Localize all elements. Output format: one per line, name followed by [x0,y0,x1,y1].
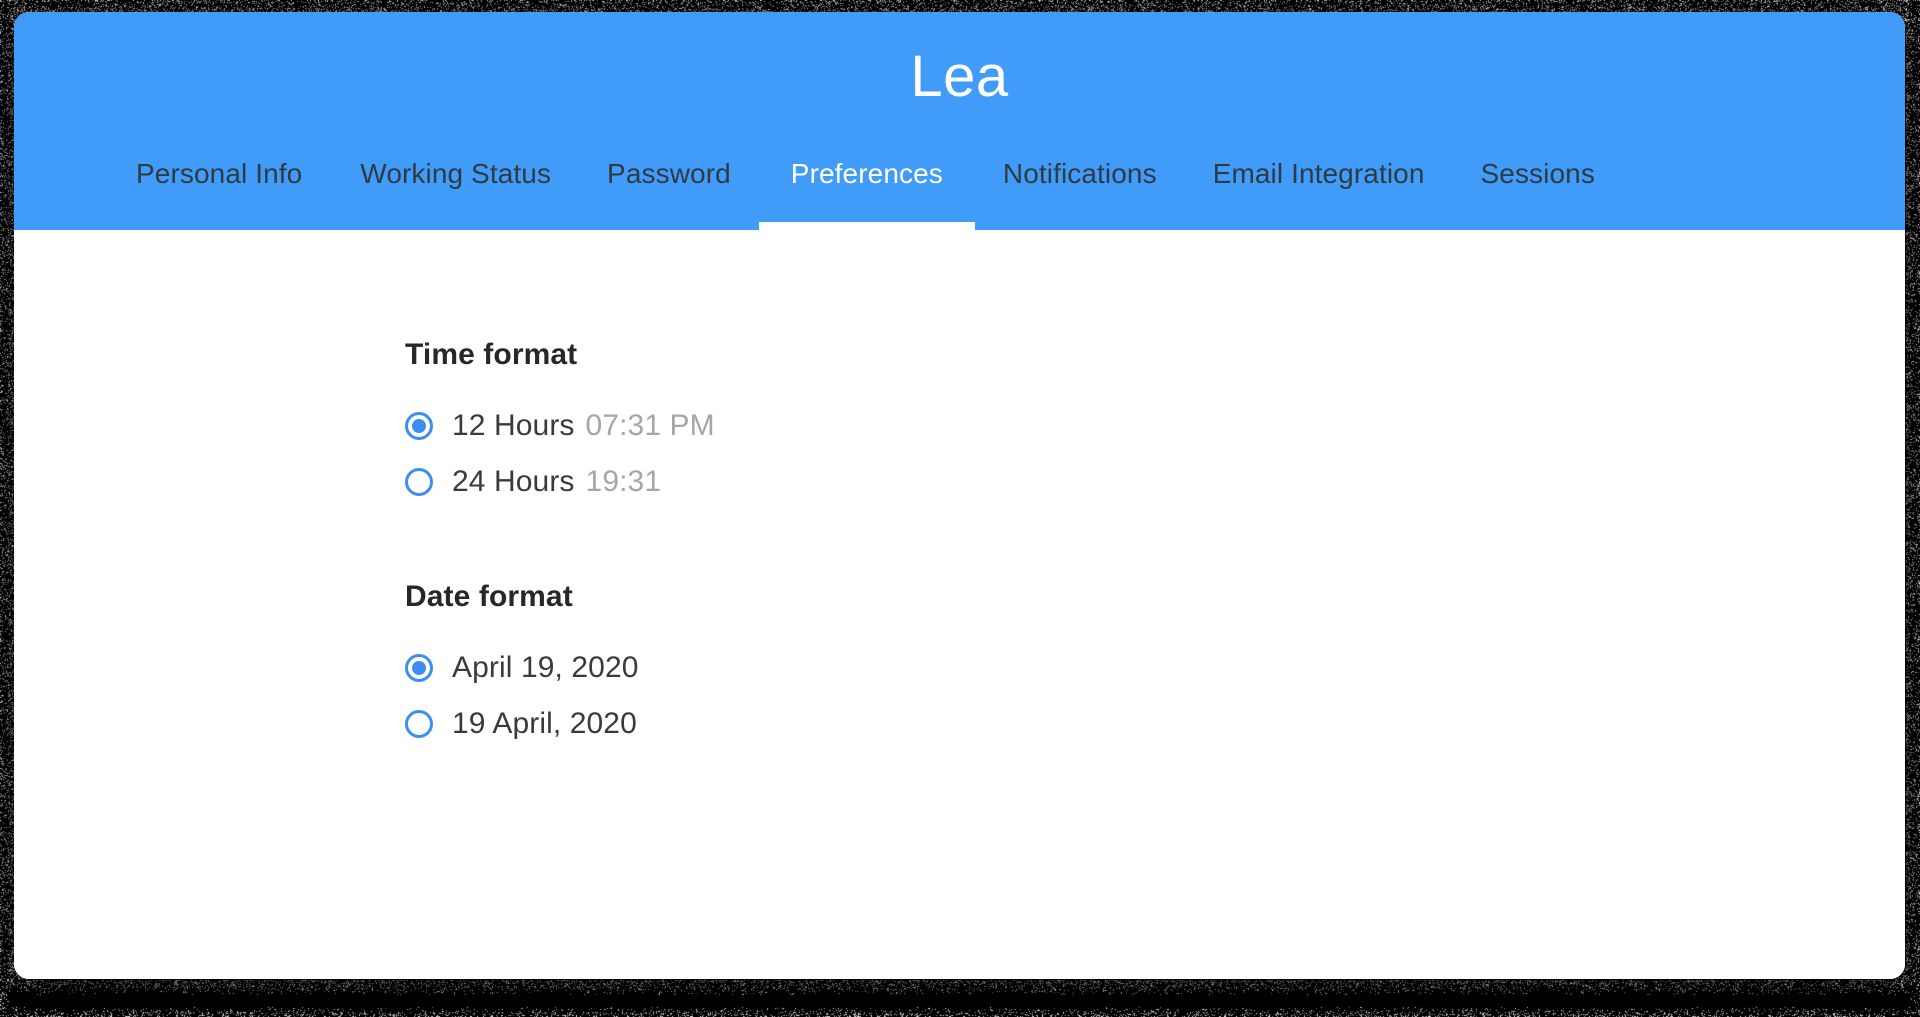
radio-label-day-month-year: 19 April, 2020 [452,707,637,740]
radio-label-24-hours: 24 Hours [452,465,575,498]
settings-card: Lea Personal Info Working Status Passwor… [14,12,1905,979]
tab-preferences-underline [758,222,975,230]
tab-sessions-label: Sessions [1480,158,1595,189]
radio-row-day-month-year[interactable]: 19 April, 2020 [405,696,1905,752]
tab-notifications[interactable]: Notifications [975,138,1185,230]
tab-sessions[interactable]: Sessions [1453,138,1623,230]
radio-label-12-hours: 12 Hours [452,409,575,442]
tab-sessions-underline [1453,222,1623,230]
radio-icon-24-hours[interactable] [405,468,433,496]
settings-tab-bar: Personal Info Working Status Password Pr… [14,138,1905,230]
radio-icon-month-day-year[interactable] [405,654,433,682]
tab-password-label: Password [607,158,731,189]
date-format-group: Date format April 19, 2020 19 April, 202… [405,582,1905,752]
radio-hint-12-hours: 07:31 PM [585,409,715,442]
tab-password[interactable]: Password [579,138,759,230]
tab-personal-info[interactable]: Personal Info [106,138,332,230]
time-format-group: Time format 12 Hours 07:31 PM 24 Hours 1… [405,340,1905,510]
tab-working-status-underline [332,222,579,230]
tab-email-integration[interactable]: Email Integration [1185,138,1453,230]
radio-row-24-hours[interactable]: 24 Hours 19:31 [405,454,1905,510]
tab-notifications-underline [975,222,1185,230]
tab-notifications-label: Notifications [1002,158,1157,189]
radio-hint-24-hours: 19:31 [585,465,662,498]
date-format-heading: Date format [405,580,573,613]
tab-personal-info-label: Personal Info [136,158,303,189]
tab-email-integration-underline [1185,222,1453,230]
tab-preferences-label: Preferences [790,158,943,189]
card-header: Lea Personal Info Working Status Passwor… [14,12,1905,230]
preferences-panel: Time format 12 Hours 07:31 PM 24 Hours 1… [14,230,1905,979]
radio-row-12-hours[interactable]: 12 Hours 07:31 PM [405,398,1905,454]
tab-personal-info-underline [106,222,332,230]
time-format-heading: Time format [405,338,578,371]
radio-label-month-day-year: April 19, 2020 [452,651,639,684]
tab-working-status[interactable]: Working Status [332,138,579,230]
radio-icon-12-hours[interactable] [405,412,433,440]
tab-preferences[interactable]: Preferences [758,138,975,230]
tab-working-status-label: Working Status [360,158,552,189]
tab-password-underline [579,222,759,230]
radio-icon-day-month-year[interactable] [405,710,433,738]
tab-email-integration-label: Email Integration [1212,158,1425,189]
radio-row-month-day-year[interactable]: April 19, 2020 [405,640,1905,696]
page-title: Lea [910,44,1009,109]
